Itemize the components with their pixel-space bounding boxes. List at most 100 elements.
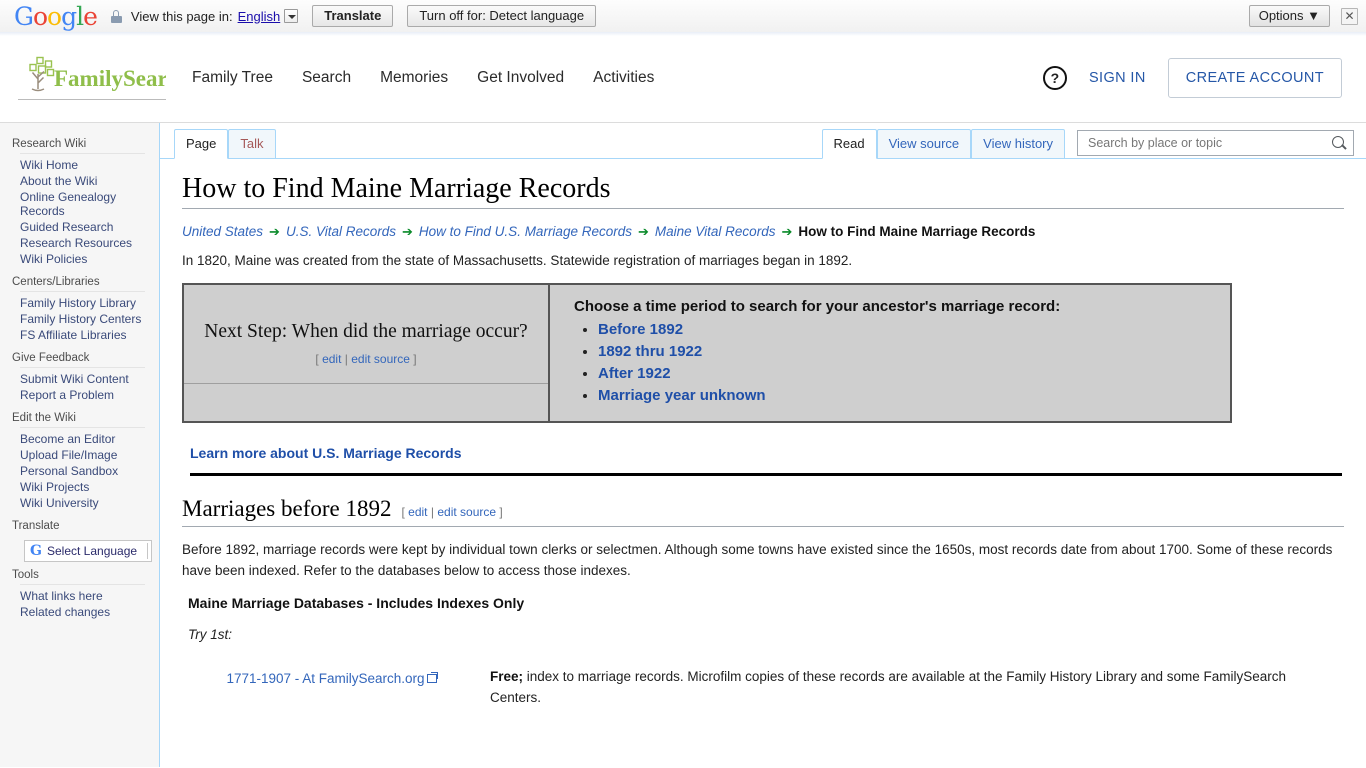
- sidebar-item-family-history-library[interactable]: Family History Library: [20, 295, 145, 311]
- sidebar-item-online-genealogy-records[interactable]: Online Genealogy Records: [20, 189, 145, 219]
- breadcrumb-link-united-states[interactable]: United States: [182, 224, 263, 239]
- option-marriage-year-unknown[interactable]: Marriage year unknown: [598, 387, 766, 404]
- sidebar-link[interactable]: FS Affiliate Libraries: [20, 328, 145, 342]
- list-item[interactable]: 1892 thru 1922: [598, 343, 1214, 360]
- translate-button[interactable]: Translate: [312, 5, 394, 27]
- sidebar-link[interactable]: Research Resources: [20, 236, 145, 250]
- search-box[interactable]: [1077, 130, 1354, 156]
- sidebar-item-research-resources[interactable]: Research Resources: [20, 235, 145, 251]
- sidebar-link[interactable]: Family History Library: [20, 296, 145, 310]
- sidebar-link[interactable]: Wiki Projects: [20, 480, 145, 494]
- breadcrumb-link-us-vital-records[interactable]: U.S. Vital Records: [286, 224, 396, 239]
- sidebar: Research Wiki Wiki Home About the Wiki O…: [0, 123, 160, 767]
- select-language-label: Select Language: [47, 544, 138, 558]
- bracket-open: [: [401, 505, 405, 519]
- next-step-spacer: [184, 384, 548, 415]
- nav-item-family-tree[interactable]: Family Tree: [192, 69, 273, 87]
- sidebar-link[interactable]: About the Wiki: [20, 174, 145, 188]
- option-before-1892[interactable]: Before 1892: [598, 321, 683, 338]
- familysearch-logo-icon: FamilySearch: [29, 56, 166, 92]
- tab-view-history[interactable]: View history: [971, 129, 1065, 159]
- sidebar-link[interactable]: Family History Centers: [20, 312, 145, 326]
- site-header: FamilySearch Family Tree Search Memories…: [0, 33, 1366, 123]
- sidebar-link[interactable]: Become an Editor: [20, 432, 145, 446]
- sidebar-link[interactable]: Wiki University: [20, 496, 145, 510]
- translate-language-link[interactable]: English: [238, 9, 281, 24]
- sidebar-link[interactable]: Guided Research: [20, 220, 145, 234]
- list-item[interactable]: Before 1892: [598, 321, 1214, 338]
- sidebar-item-become-an-editor[interactable]: Become an Editor: [20, 431, 145, 447]
- sidebar-item-submit-wiki-content[interactable]: Submit Wiki Content: [20, 371, 145, 387]
- sidebar-link[interactable]: Related changes: [20, 605, 145, 619]
- section-heading-marriages-before-1892: Marriages before 1892 [ edit | edit sour…: [182, 496, 1344, 527]
- sidebar-link[interactable]: Personal Sandbox: [20, 464, 145, 478]
- select-language-dropdown[interactable]: G Select Language: [24, 540, 152, 562]
- next-step-options: Before 1892 1892 thru 1922 After 1922 Ma…: [574, 321, 1214, 404]
- edit-source-link[interactable]: edit source: [351, 352, 410, 366]
- nav-item-memories[interactable]: Memories: [380, 69, 448, 87]
- bracket-close: ]: [413, 352, 417, 366]
- sidebar-item-wiki-home[interactable]: Wiki Home: [20, 157, 145, 173]
- tab-page[interactable]: Page: [174, 129, 229, 159]
- database-link[interactable]: 1771-1907 - At FamilySearch.org: [226, 671, 438, 686]
- learn-more-link[interactable]: Learn more about U.S. Marriage Records: [190, 445, 462, 461]
- sidebar-item-related-changes[interactable]: Related changes: [20, 604, 145, 620]
- search-icon[interactable]: [1332, 135, 1347, 151]
- option-after-1922[interactable]: After 1922: [598, 365, 671, 382]
- sidebar-item-about-the-wiki[interactable]: About the Wiki: [20, 173, 145, 189]
- sidebar-item-fs-affiliate-libraries[interactable]: FS Affiliate Libraries: [20, 327, 145, 343]
- breadcrumb-link-maine-vital-records[interactable]: Maine Vital Records: [655, 224, 776, 239]
- nav-item-get-involved[interactable]: Get Involved: [477, 69, 564, 87]
- breadcrumb-current: How to Find Maine Marriage Records: [798, 224, 1036, 239]
- sidebar-item-report-a-problem[interactable]: Report a Problem: [20, 387, 145, 403]
- edit-source-link[interactable]: edit source: [437, 505, 496, 519]
- list-item[interactable]: After 1922: [598, 365, 1214, 382]
- sidebar-item-what-links-here[interactable]: What links here: [20, 588, 145, 604]
- familysearch-logo[interactable]: FamilySearch: [18, 55, 166, 100]
- table-row: 1771-1907 - At FamilySearch.org Free; in…: [182, 654, 1344, 710]
- sidebar-link[interactable]: Wiki Home: [20, 158, 145, 172]
- sidebar-item-upload-file-image[interactable]: Upload File/Image: [20, 447, 145, 463]
- sidebar-link[interactable]: Wiki Policies: [20, 252, 145, 266]
- sidebar-link[interactable]: What links here: [20, 589, 145, 603]
- nav-item-activities[interactable]: Activities: [593, 69, 654, 87]
- list-item[interactable]: Marriage year unknown: [598, 387, 1214, 404]
- tab-read[interactable]: Read: [821, 129, 877, 159]
- sidebar-item-wiki-policies[interactable]: Wiki Policies: [20, 251, 145, 267]
- database-name-cell: 1771-1907 - At FamilySearch.org: [182, 654, 482, 710]
- description-text: index to marriage records. Microfilm cop…: [490, 669, 1287, 705]
- translate-options-button[interactable]: Options ▼: [1248, 5, 1330, 27]
- sign-in-button[interactable]: SIGN IN: [1089, 70, 1146, 86]
- chevron-down-icon[interactable]: [284, 9, 299, 23]
- nav-item-search[interactable]: Search: [302, 69, 351, 87]
- sidebar-link[interactable]: Report a Problem: [20, 388, 145, 402]
- next-step-title: Next Step: When did the marriage occur? …: [184, 285, 548, 384]
- tab-view-source[interactable]: View source: [876, 129, 972, 159]
- sidebar-link[interactable]: Online Genealogy Records: [20, 190, 145, 218]
- separator: |: [344, 352, 348, 366]
- sidebar-item-wiki-university[interactable]: Wiki University: [20, 495, 145, 511]
- search-input[interactable]: [1086, 135, 1332, 151]
- section-heading-text: Marriages before 1892: [182, 496, 392, 521]
- sidebar-link[interactable]: Submit Wiki Content: [20, 372, 145, 386]
- sidebar-item-personal-sandbox[interactable]: Personal Sandbox: [20, 463, 145, 479]
- close-icon[interactable]: ✕: [1341, 7, 1358, 25]
- sidebar-link[interactable]: Upload File/Image: [20, 448, 145, 462]
- breadcrumb-arrow-icon: ➔: [402, 224, 413, 239]
- tab-talk[interactable]: Talk: [228, 129, 276, 159]
- breadcrumb-link-how-to-find-us-marriage-records[interactable]: How to Find U.S. Marriage Records: [419, 224, 632, 239]
- separator: |: [430, 505, 434, 519]
- breadcrumb-arrow-icon: ➔: [637, 224, 649, 239]
- primary-nav: Family Tree Search Memories Get Involved…: [192, 69, 654, 87]
- create-account-button[interactable]: CREATE ACCOUNT: [1167, 57, 1342, 98]
- option-1892-thru-1922[interactable]: 1892 thru 1922: [598, 343, 702, 360]
- edit-link[interactable]: edit: [322, 352, 341, 366]
- next-step-left-cell: Next Step: When did the marriage occur? …: [184, 285, 550, 421]
- turn-off-translate-button[interactable]: Turn off for: Detect language: [407, 5, 597, 27]
- edit-link[interactable]: edit: [408, 505, 427, 519]
- description-bold: Free;: [490, 669, 524, 684]
- sidebar-item-guided-research[interactable]: Guided Research: [20, 219, 145, 235]
- sidebar-item-wiki-projects[interactable]: Wiki Projects: [20, 479, 145, 495]
- help-icon[interactable]: ?: [1042, 65, 1067, 90]
- sidebar-item-family-history-centers[interactable]: Family History Centers: [20, 311, 145, 327]
